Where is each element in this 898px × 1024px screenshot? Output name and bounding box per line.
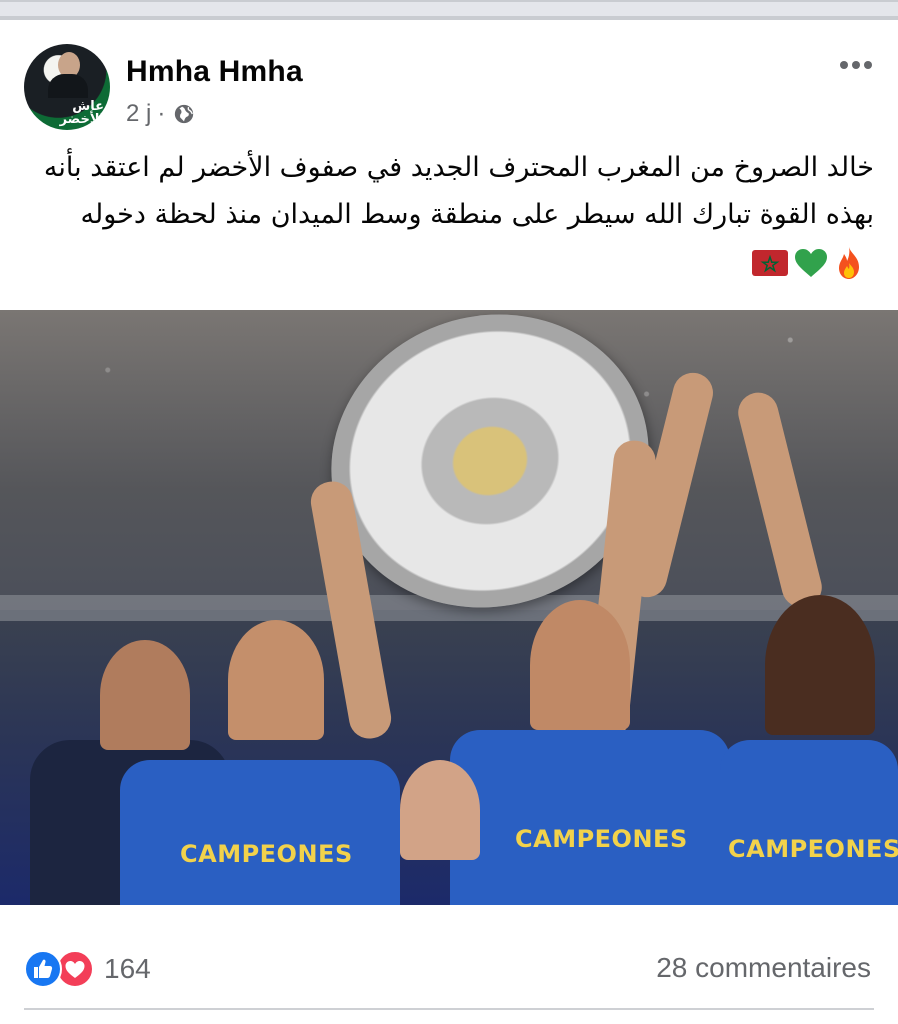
player-left-head [228,620,324,740]
more-options-button[interactable] [836,50,876,80]
post-photo[interactable]: CAMPEONES CAMPEONES CAMPEONES [0,310,898,905]
feed-separator [0,0,898,20]
meta-separator: · [157,100,166,127]
jersey-text-left: CAMPEONES [180,840,353,868]
post-text: خالد الصروخ من المغرب المحترف الجديد في … [34,144,874,285]
reaction-count: 164 [104,953,151,984]
staff-head [400,760,480,860]
reactions-summary[interactable]: 164 [24,950,151,988]
avatar-suit [48,74,88,98]
player-center-jersey [450,730,730,905]
player-right-jersey [720,740,898,905]
green-heart-icon [795,248,827,277]
avatar-caption: عاش الأخضر [59,99,104,127]
like-icon [24,950,62,988]
post-timestamp[interactable]: 2 j [126,100,151,128]
comments-count[interactable]: 28 commentaires [656,952,871,984]
morocco-flag-icon [752,249,788,276]
post-meta: 2 j · [126,100,195,128]
player-left-jersey [120,760,400,905]
globe-icon[interactable] [173,103,195,125]
coach-head [100,640,190,750]
player-center-head [530,600,630,730]
player-right-head [765,595,875,735]
jersey-text-right: CAMPEONES [728,835,898,863]
flame-icon [839,246,859,279]
action-divider [24,1008,874,1010]
author-avatar[interactable]: عاش الأخضر [24,44,110,130]
dot-icon [864,61,872,69]
jersey-text-center: CAMPEONES [515,825,688,853]
author-name[interactable]: Hmha Hmha [126,55,303,89]
post-body: خالد الصروخ من المغرب المحترف الجديد في … [43,152,874,230]
dot-icon [840,61,848,69]
emoji-row [752,246,864,280]
dot-icon [852,61,860,69]
